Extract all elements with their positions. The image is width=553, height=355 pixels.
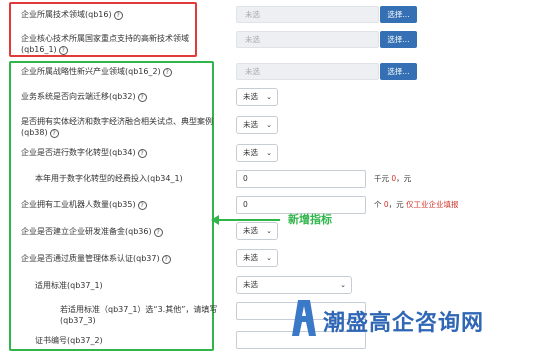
label-qb37-3: 若适用标准（qb37_1）选“3.其他”，请填写(qb37_3) bbox=[60, 305, 218, 325]
label-qb16: 企业所属技术领域(qb16)? bbox=[21, 9, 123, 20]
label-qb32: 业务系统是否向云端迁移(qb32)? bbox=[21, 91, 147, 102]
watermark-text: 潮盛高企咨询网 bbox=[323, 311, 485, 336]
label-qb36: 企业是否建立企业研发准备金(qb36)? bbox=[21, 226, 163, 237]
chevron-down-icon: ⌄ bbox=[266, 254, 272, 262]
watermark-logo-icon bbox=[292, 300, 316, 336]
select-qb37-1[interactable]: 未选 ⌄ bbox=[236, 276, 352, 294]
arrow-left-icon bbox=[211, 215, 219, 225]
label-qb37: 企业是否通过质量管理体系认证(qb37)? bbox=[21, 253, 171, 264]
help-icon[interactable]: ? bbox=[162, 68, 172, 77]
label-qb34: 企业是否进行数字化转型(qb34)? bbox=[21, 147, 147, 158]
label-qb16-1: 企业核心技术所属国家重点支持的高新技术领域(qb16_1)? bbox=[21, 34, 189, 55]
field-qb16-1: 未选 bbox=[236, 31, 379, 48]
chevron-down-icon: ⌄ bbox=[266, 121, 272, 129]
chevron-down-icon: ⌄ bbox=[266, 227, 272, 235]
label-qb35: 企业拥有工业机器人数量(qb35)? bbox=[21, 199, 147, 210]
unit-qb34-1: 千元 0，元 bbox=[374, 174, 412, 183]
select-button-qb16-1[interactable]: 选择... bbox=[380, 31, 417, 48]
help-icon[interactable]: ? bbox=[113, 11, 123, 20]
select-qb37[interactable]: 未选 ⌄ bbox=[236, 249, 278, 267]
chevron-down-icon: ⌄ bbox=[266, 93, 272, 101]
select-qb36[interactable]: 未选 ⌄ bbox=[236, 222, 278, 240]
field-qb16: 未选 bbox=[236, 6, 379, 23]
unit-qb35: 个 0，元 仅工业企业填报 bbox=[374, 200, 459, 209]
chevron-down-icon: ⌄ bbox=[266, 149, 272, 157]
annotation-arrow-line bbox=[216, 219, 280, 221]
field-qb16-2: 未选 bbox=[236, 63, 379, 80]
help-icon[interactable]: ? bbox=[153, 228, 163, 237]
input-qb34-1[interactable]: 0 bbox=[236, 170, 366, 188]
select-button-qb16-2[interactable]: 选择... bbox=[380, 63, 417, 80]
label-qb34-1: 本年用于数字化转型的经费投入(qb34_1) bbox=[35, 174, 183, 183]
label-qb38: 是否拥有实体经济和数字经济融合相关试点、典型案例(qb38)? bbox=[21, 117, 213, 138]
help-icon[interactable]: ? bbox=[137, 201, 147, 210]
help-icon[interactable]: ? bbox=[58, 46, 68, 55]
help-icon[interactable]: ? bbox=[137, 149, 147, 158]
label-qb16-2: 企业所属战略性新兴产业领域(qb16_2)? bbox=[21, 66, 172, 77]
help-icon[interactable]: ? bbox=[49, 129, 59, 138]
chevron-down-icon: ⌄ bbox=[340, 281, 346, 289]
label-qb37-2: 证书编号(qb37_2) bbox=[35, 336, 103, 345]
help-icon[interactable]: ? bbox=[137, 93, 147, 102]
select-button-qb16[interactable]: 选择... bbox=[380, 6, 417, 23]
new-indicator-annotation: 新增指标 bbox=[288, 213, 332, 226]
select-qb32[interactable]: 未选 ⌄ bbox=[236, 88, 278, 106]
select-qb38[interactable]: 未选 ⌄ bbox=[236, 116, 278, 134]
help-icon[interactable]: ? bbox=[161, 255, 171, 264]
label-qb37-1: 适用标准(qb37_1) bbox=[35, 281, 103, 290]
select-qb34[interactable]: 未选 ⌄ bbox=[236, 144, 278, 162]
